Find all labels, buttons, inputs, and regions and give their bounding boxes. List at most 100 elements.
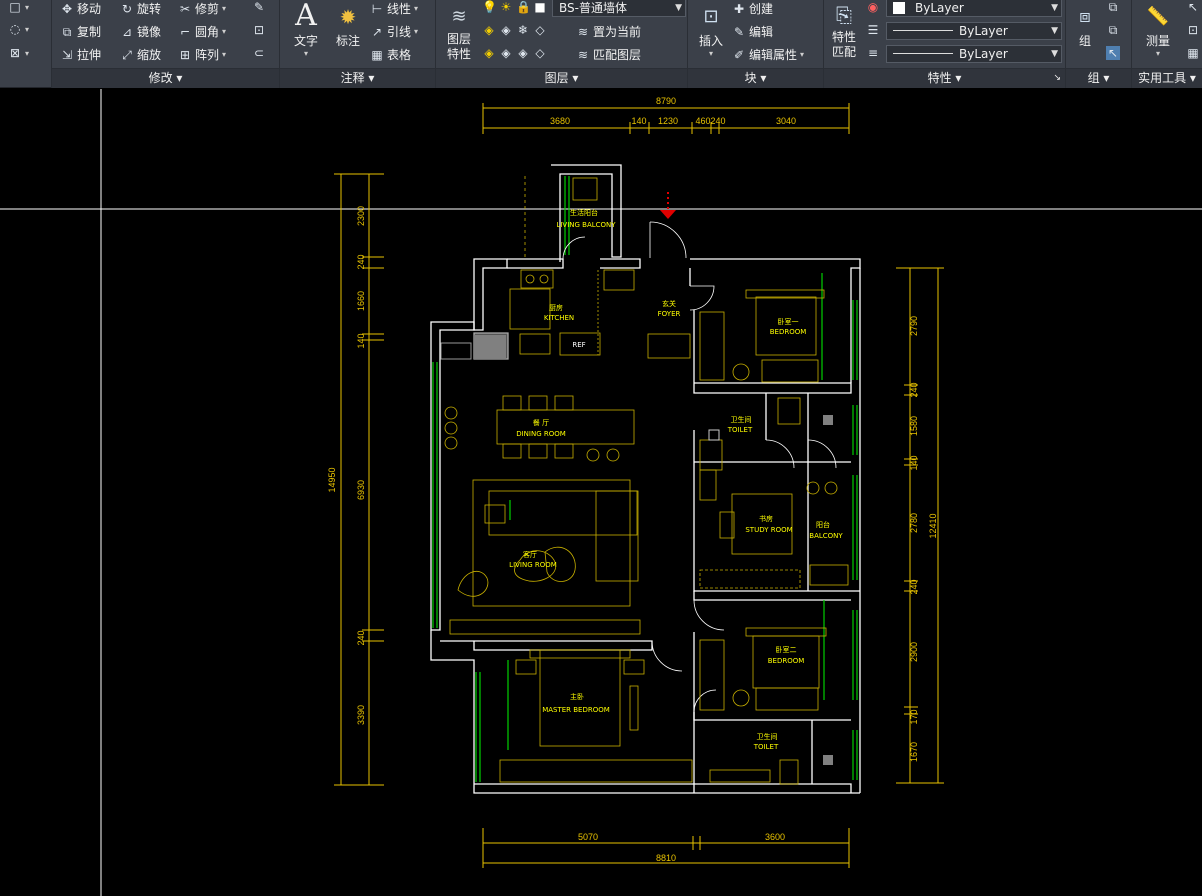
offset-button[interactable]: ⊡ <box>252 23 266 37</box>
dim-right-seg-8: 170 <box>909 709 919 724</box>
lineweight-icon: ≡ <box>867 46 879 60</box>
leader-icon: ↗ <box>371 24 383 39</box>
panel-utilities-title-text: 实用工具 <box>1138 71 1187 85</box>
ungroup-icon: ⧉ <box>1108 0 1118 14</box>
edit-attributes-icon: ✐ <box>733 47 745 62</box>
leader-button[interactable]: ↗ 引线 ▾ <box>370 23 418 40</box>
rectangle-tool[interactable]: □ ▾ <box>8 0 29 14</box>
measure-button[interactable]: 📏 测量 ▾ <box>1136 2 1180 58</box>
floor-plan-drawing[interactable]: 8790 3680 140 1230 460 240 3040 5070 360… <box>0 89 1202 896</box>
lock-icon: 🔒 <box>516 0 531 14</box>
set-current-icon: ≋ <box>577 24 589 39</box>
dim-top-seg-4: 460 <box>695 116 710 126</box>
room-name-en: STUDY ROOM <box>745 526 792 534</box>
layer-state-icons[interactable]: 💡 ☀ 🔒 ■ <box>482 0 547 14</box>
array-label: 阵列 <box>195 48 220 62</box>
layer-tools-row2[interactable]: ◈ ◈ ◈ ◇ <box>482 46 547 60</box>
drawing-canvas[interactable]: 8790 3680 140 1230 460 240 3040 5070 360… <box>0 89 1202 896</box>
linetype-dropdown[interactable]: ByLayer ▼ <box>886 22 1062 40</box>
layer-unlock-icon: ◇ <box>535 46 545 60</box>
layer-tools-row1[interactable]: ◈ ◈ ❄ ◇ <box>482 23 547 37</box>
hatch-tool[interactable]: ⊠ ▾ <box>8 46 29 60</box>
group-edit-button[interactable]: ⧉ <box>1106 23 1120 37</box>
panel-layers: ≋ 图层 特性 💡 ☀ 🔒 ■ BS-普通墙体 ▼ ◈ ◈ ❄ ◇ ≋ 置为当前 ◈ ◈ ◈ ◇ ≋ 匹… <box>436 0 688 88</box>
edit-attributes-button[interactable]: ✐ 编辑属性 ▾ <box>732 46 804 63</box>
fillet-button[interactable]: ⌐ 圆角 ▾ <box>178 23 226 40</box>
panel-properties-title[interactable]: 特性 ▾ ↘ <box>824 68 1065 88</box>
room-name-en: TOILET <box>753 743 779 751</box>
rotate-button[interactable]: ↻ 旋转 <box>120 0 161 17</box>
room-name-zh: 卧室二 <box>776 645 797 654</box>
sun-icon: ☀ <box>500 0 512 14</box>
panel-groups-title[interactable]: 组 ▾ <box>1066 68 1131 88</box>
color-wheel-button[interactable]: ◉ <box>866 0 880 14</box>
insert-button[interactable]: ⊡ 插入 ▾ <box>692 2 730 58</box>
panel-modify-title[interactable]: 修改 ▾ <box>52 68 279 88</box>
layer-properties-button[interactable]: ≋ 图层 特性 <box>440 2 478 62</box>
color-dropdown[interactable]: ByLayer ▼ <box>886 0 1062 17</box>
dim-left-seg-5: 6930 <box>356 480 366 500</box>
lightbulb-icon: 💡 <box>482 0 497 14</box>
move-label: 移动 <box>77 2 102 16</box>
dim-right-seg-3: 1580 <box>909 416 919 436</box>
group-icon: ⧈ <box>1079 6 1091 27</box>
panel-modify: ✥ 移动 ↻ 旋转 ✂ 修剪 ▾ ⧉ 复制 ⊿ 镜像 ⌐ 圆角 ▾ ⇲ 拉伸 ⤢ 缩放 ⊞ 阵列 ▾ ✎… <box>52 0 280 88</box>
panel-block: ⊡ 插入 ▾ ✚ 创建 ✎ 编辑 ✐ 编辑属性 ▾ 块 ▾ <box>688 0 824 88</box>
insert-block-icon: ⊡ <box>703 6 719 27</box>
copy-label: 复制 <box>77 25 102 39</box>
ungroup-button[interactable]: ⧉ <box>1106 0 1120 14</box>
linear-dim-icon: ⊢ <box>371 1 383 16</box>
room-name-zh: 生活阳台 <box>570 208 598 217</box>
panel-draw-stub: □ ▾ ◌ ▾ ⊠ ▾ <box>0 0 52 88</box>
room-name-en: BALCONY <box>809 532 843 540</box>
insert-label: 插入 <box>698 34 723 48</box>
trim-button[interactable]: ✂ 修剪 ▾ <box>178 0 226 17</box>
room-name-zh: 主卧 <box>570 692 584 701</box>
erase-button[interactable]: ✎ <box>252 0 266 14</box>
room-name-en: BEDROOM <box>768 657 805 665</box>
group-select-button[interactable]: ↖ <box>1106 46 1120 60</box>
dim-right-overall: 12410 <box>928 513 938 538</box>
panel-layers-title[interactable]: 图层 ▾ <box>436 68 687 88</box>
explode-button[interactable]: ⊂ <box>252 46 266 60</box>
panel-utilities-title[interactable]: 实用工具 ▾ <box>1132 68 1202 88</box>
ellipse-tool[interactable]: ◌ ▾ <box>8 22 29 36</box>
set-current-button[interactable]: ≋ 置为当前 <box>576 23 641 40</box>
lineweight-button[interactable]: ≡ <box>866 46 880 60</box>
lineweight-dropdown[interactable]: ByLayer ▼ <box>886 45 1062 63</box>
color-swatch <box>893 2 905 14</box>
text-label: 文字 <box>293 34 318 48</box>
move-button[interactable]: ✥ 移动 <box>60 0 101 17</box>
panel-block-title[interactable]: 块 ▾ <box>688 68 823 88</box>
layer-dropdown[interactable]: BS-普通墙体 ▼ <box>552 0 686 17</box>
chevron-down-icon: ▼ <box>1051 3 1058 13</box>
ruler-icon: 📏 <box>1146 6 1170 27</box>
table-button[interactable]: ▦ 表格 <box>370 46 411 63</box>
copy-button[interactable]: ⧉ 复制 <box>60 23 101 40</box>
room-name-zh: 餐 厅 <box>533 418 549 427</box>
match-layer-label: 匹配图层 <box>593 48 642 62</box>
match-layer-button[interactable]: ≋ 匹配图层 <box>576 46 641 63</box>
dialog-launcher-icon: ↘ <box>1053 73 1061 83</box>
select-similar-button[interactable]: ↖ <box>1186 0 1200 14</box>
panel-annotation-title[interactable]: 注释 ▾ <box>280 68 435 88</box>
linetype-button[interactable]: ☰ <box>866 23 880 37</box>
pencil-icon: ✎ <box>253 0 265 14</box>
quick-select-button[interactable]: ⊡ <box>1186 23 1200 37</box>
calculator-button[interactable]: ▦ <box>1186 46 1200 60</box>
scale-button[interactable]: ⤢ 缩放 <box>120 46 161 63</box>
match-properties-button[interactable]: ⎘ 特性 匹配 <box>826 0 862 60</box>
create-block-button[interactable]: ✚ 创建 <box>732 0 773 17</box>
dim-bottom-seg-2: 3600 <box>765 832 785 842</box>
refrigerator-label: REF <box>572 341 585 349</box>
stretch-button[interactable]: ⇲ 拉伸 <box>60 46 101 63</box>
linear-dim-button[interactable]: ⊢ 线性 ▾ <box>370 0 418 17</box>
array-button[interactable]: ⊞ 阵列 ▾ <box>178 46 226 63</box>
edit-block-button[interactable]: ✎ 编辑 <box>732 23 773 40</box>
group-button[interactable]: ⧈ 组 <box>1070 2 1100 49</box>
text-button[interactable]: A 文字 ▾ <box>288 0 324 58</box>
mirror-button[interactable]: ⊿ 镜像 <box>120 23 161 40</box>
layer-off-icon: ◈ <box>484 23 494 37</box>
dimension-button[interactable]: ✹ 标注 <box>328 2 368 49</box>
dim-bottom-seg-1: 5070 <box>578 832 598 842</box>
